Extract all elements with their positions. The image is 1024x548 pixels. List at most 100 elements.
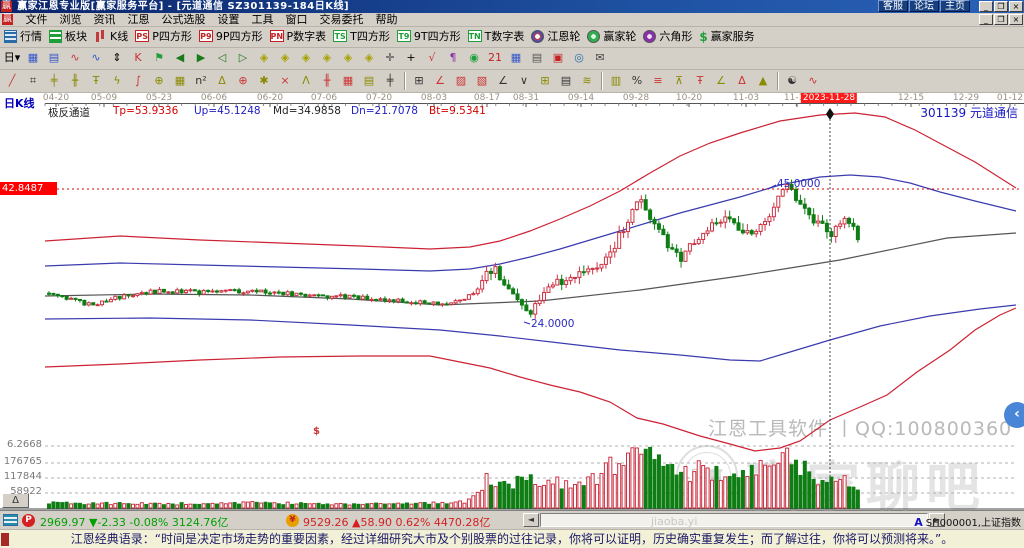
nav-tool-3[interactable]: ∿ <box>65 49 85 67</box>
shenzhen-market-icon[interactable]: ¥ <box>286 514 299 527</box>
nav-tool-5[interactable]: ⇕ <box>107 49 127 67</box>
window-sysbtn-2[interactable]: × <box>1009 1 1023 12</box>
draw-tool-26[interactable]: ⊞ <box>535 72 555 90</box>
title-bar[interactable]: 赢 赢家江恩专业版[赢家服务平台] - [元道通信 SZ301139-184日K… <box>0 0 1024 13</box>
chart-pane[interactable]: 江恩工具软件 丨QQ:100800360 赢家聊吧 财赢 日K线 04-2005… <box>0 93 1024 519</box>
title-button-客服[interactable]: 客服 <box>878 0 908 12</box>
nav-tool-24[interactable]: ▦ <box>506 49 526 67</box>
nav-tool-16[interactable]: ◈ <box>338 49 358 67</box>
draw-tool-2[interactable]: ╪ <box>44 72 64 90</box>
nav-tool-26[interactable]: ▣ <box>548 49 568 67</box>
shanghai-market-icon[interactable]: P <box>22 514 35 527</box>
nav-tool-21[interactable]: ¶ <box>443 49 463 67</box>
nav-tool-14[interactable]: ◈ <box>296 49 316 67</box>
nav-tool-12[interactable]: ◈ <box>254 49 274 67</box>
draw-tool-40[interactable]: ∿ <box>803 72 823 90</box>
draw-tool-16[interactable]: ▦ <box>338 72 358 90</box>
nav-tool-18[interactable]: ✛ <box>380 49 400 67</box>
draw-tool-5[interactable]: ϟ <box>107 72 127 90</box>
draw-tool-27[interactable]: ▤ <box>556 72 576 90</box>
nav-tool-27[interactable]: ◎ <box>569 49 589 67</box>
nav-tool-28[interactable]: ✉ <box>590 49 610 67</box>
title-button-论坛[interactable]: 论坛 <box>909 0 939 12</box>
mdi-sysbtn-1[interactable]: ❐ <box>994 14 1008 25</box>
toolbar-button-赢家服务[interactable]: $ 赢家服务 <box>697 28 758 46</box>
toolbar-button-板块[interactable]: 板块 <box>47 28 91 46</box>
window-sysbtn-1[interactable]: ❐ <box>994 1 1008 12</box>
draw-tool-3[interactable]: ╫ <box>65 72 85 90</box>
draw-tool-39[interactable]: ☯ <box>782 72 802 90</box>
draw-tool-20[interactable]: ⊞ <box>409 72 429 90</box>
draw-tool-6[interactable]: ∫ <box>128 72 148 90</box>
nav-tool-17[interactable]: ◈ <box>359 49 379 67</box>
quote-grid-icon[interactable] <box>3 514 18 526</box>
menu-浏览[interactable]: 浏览 <box>54 13 88 27</box>
menu-帮助[interactable]: 帮助 <box>370 13 404 27</box>
toolbar-button-P四方形[interactable]: PS P四方形 <box>133 28 196 46</box>
toolbar-button-江恩轮[interactable]: 江恩轮 <box>529 28 584 46</box>
nav-tool-8[interactable]: ◀ <box>170 49 190 67</box>
draw-tool-10[interactable]: Δ <box>212 72 232 90</box>
draw-tool-36[interactable]: Δ <box>732 72 752 90</box>
draw-tool-23[interactable]: ▧ <box>472 72 492 90</box>
side-panel-toggle-button[interactable]: ‹ <box>1004 402 1024 428</box>
nav-tool-19[interactable]: + <box>401 49 421 67</box>
nav-tool-25[interactable]: ▤ <box>527 49 547 67</box>
draw-tool-32[interactable]: ≡ <box>648 72 668 90</box>
draw-tool-25[interactable]: ∨ <box>514 72 534 90</box>
draw-tool-17[interactable]: ▤ <box>359 72 379 90</box>
nav-tool-6[interactable]: K <box>128 49 148 67</box>
toolbar-button-T四方形[interactable]: TS T四方形 <box>331 28 394 46</box>
draw-tool-4[interactable]: Ŧ <box>86 72 106 90</box>
draw-tool-33[interactable]: ⊼ <box>669 72 689 90</box>
menu-交易委托[interactable]: 交易委托 <box>314 13 370 27</box>
menu-江恩[interactable]: 江恩 <box>122 13 156 27</box>
draw-tool-31[interactable]: % <box>627 72 647 90</box>
nav-tool-11[interactable]: ▷ <box>233 49 253 67</box>
draw-tool-22[interactable]: ▨ <box>451 72 471 90</box>
draw-tool-7[interactable]: ⊕ <box>149 72 169 90</box>
draw-tool-24[interactable]: ∠ <box>493 72 513 90</box>
draw-tool-35[interactable]: ∠ <box>711 72 731 90</box>
draw-tool-8[interactable]: ▦ <box>170 72 190 90</box>
candlestick-chart[interactable] <box>0 93 1024 510</box>
draw-tool-30[interactable]: ▥ <box>606 72 626 90</box>
menu-文件[interactable]: 文件 <box>20 13 54 27</box>
menu-工具[interactable]: 工具 <box>246 13 280 27</box>
nav-tool-1[interactable]: ▦ <box>23 49 43 67</box>
toolbar-button-9P四方形[interactable]: P9 9P四方形 <box>197 28 267 46</box>
toolbar-button-P数字表[interactable]: PN P数字表 <box>268 28 331 46</box>
draw-tool-11[interactable]: ⊕ <box>233 72 253 90</box>
nav-tool-20[interactable]: √ <box>422 49 442 67</box>
nav-tool-9[interactable]: ▶ <box>191 49 211 67</box>
draw-tool-15[interactable]: ╫ <box>317 72 337 90</box>
nav-tool-7[interactable]: ⚑ <box>149 49 169 67</box>
draw-tool-0[interactable]: ╱ <box>2 72 22 90</box>
toolbar-button-T数字表[interactable]: TN T数字表 <box>466 28 529 46</box>
mdi-sysbtn-2[interactable]: × <box>1009 14 1023 25</box>
draw-tool-12[interactable]: ✱ <box>254 72 274 90</box>
draw-tool-13[interactable]: × <box>275 72 295 90</box>
shenzhen-index-quote[interactable]: 9529.26 ▲58.90 0.62% 4470.28亿 <box>303 514 490 530</box>
draw-tool-21[interactable]: ∠ <box>430 72 450 90</box>
mdi-sysbtn-0[interactable]: _ <box>979 14 993 25</box>
menu-资讯[interactable]: 资讯 <box>88 13 122 27</box>
toolbar-button-行情[interactable]: 行情 <box>2 28 46 46</box>
menu-设置[interactable]: 设置 <box>212 13 246 27</box>
nav-tool-10[interactable]: ◁ <box>212 49 232 67</box>
toolbar-button-K线[interactable]: K线 <box>92 28 132 46</box>
title-button-主页[interactable]: 主页 <box>940 0 970 12</box>
draw-tool-18[interactable]: ╪ <box>380 72 400 90</box>
nav-tool-22[interactable]: ◉ <box>464 49 484 67</box>
shanghai-index-quote[interactable]: 2969.97 ▼-2.33 -0.08% 3124.76亿 <box>40 514 228 530</box>
window-sysbtn-0[interactable]: _ <box>979 1 993 12</box>
draw-tool-28[interactable]: ≋ <box>577 72 597 90</box>
menu-公式选股[interactable]: 公式选股 <box>156 13 212 27</box>
toolbar-button-9T四方形[interactable]: T9 9T四方形 <box>395 28 465 46</box>
nav-tool-13[interactable]: ◈ <box>275 49 295 67</box>
toolbar-button-赢家轮[interactable]: 赢家轮 <box>585 28 640 46</box>
nav-tool-2[interactable]: ▤ <box>44 49 64 67</box>
nav-tool-4[interactable]: ∿ <box>86 49 106 67</box>
draw-tool-1[interactable]: ⌗ <box>23 72 43 90</box>
menu-窗口[interactable]: 窗口 <box>280 13 314 27</box>
